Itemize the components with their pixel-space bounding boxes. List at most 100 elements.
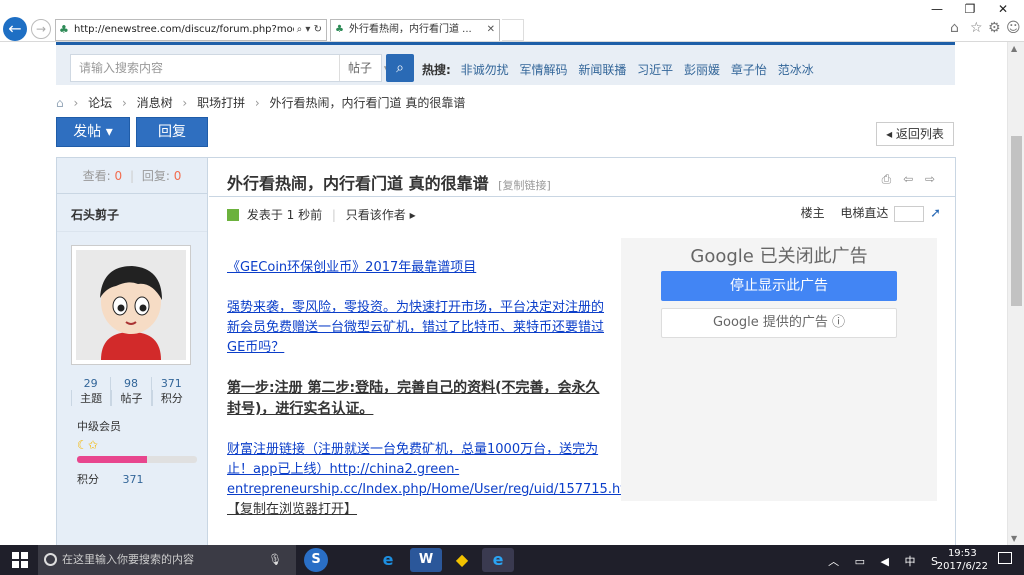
count-label: 主题	[71, 390, 110, 406]
breadcrumb: ⌂ › 论坛 › 消息树 › 职场打拼 › 外行看热闹，内行看门道 真的很靠谱	[56, 94, 471, 111]
post-title: 外行看热闹，内行看门道 真的很靠谱 [复制链接]	[227, 170, 551, 194]
thread-stats: 查看: 0 | 回复: 0	[57, 158, 207, 194]
hot-term[interactable]: 军情解码	[519, 63, 567, 77]
print-nav-icons[interactable]: ⎙ ⇦ ⇨	[882, 172, 939, 187]
post-body: 《GECoin环保创业币》2017年最靠谱项目 强势来袭，零风险，零投资。为快速…	[227, 258, 642, 540]
reply-button[interactable]: 回复	[136, 117, 208, 147]
browser-tab[interactable]: ♣ 外行看热闹，内行看门道 ... ✕	[330, 19, 500, 41]
minimize-button[interactable]: —	[922, 2, 952, 16]
count-posts[interactable]: 98 帖子	[110, 377, 150, 406]
avatar[interactable]	[71, 245, 191, 365]
hot-term[interactable]: 章子怡	[731, 63, 767, 77]
author-only-link[interactable]: 只看该作者 ▸	[346, 208, 416, 222]
hot-term[interactable]: 习近平	[637, 63, 673, 77]
address-tools[interactable]: ⌕ ▾ ↻	[293, 20, 322, 40]
level-stars-icon: ☾✩	[77, 438, 98, 452]
post-title-text: 外行看热闹，内行看门道 真的很靠谱	[227, 174, 489, 193]
search-input[interactable]: 请输入搜索内容 帖子 ▼	[70, 54, 391, 82]
scroll-thumb[interactable]	[1011, 136, 1022, 306]
hot-term[interactable]: 新闻联播	[578, 63, 626, 77]
new-tab-button[interactable]	[502, 19, 524, 41]
cortana-icon	[44, 553, 57, 566]
floor-label: 楼主	[800, 206, 825, 220]
sogou-icon[interactable]: S	[304, 548, 328, 572]
breadcrumb-separator: ›	[254, 96, 260, 110]
jump-icon[interactable]: ➚	[930, 206, 941, 221]
points-label: 积分	[77, 473, 99, 486]
address-bar[interactable]: ♣ http://enewstree.com/discuz/forum.php?…	[55, 19, 327, 41]
breadcrumb-item[interactable]: 职场打拼	[197, 96, 245, 110]
views-count: 0	[114, 169, 123, 183]
forward-icon[interactable]: →	[31, 19, 51, 39]
windows-taskbar: 在这里输入你要搜索的内容 🎙 S e W ◆ e ︿ ▭ ◀ 中 S 19:53…	[0, 545, 1024, 575]
feedback-icon[interactable]: ☺	[1006, 20, 1021, 36]
taskbar-search[interactable]: 在这里输入你要搜索的内容 🎙	[38, 545, 296, 575]
hot-searches: 热搜: 非诚勿扰 军情解码 新闻联播 习近平 彭丽媛 章子怡 范冰冰	[422, 61, 821, 78]
hot-term[interactable]: 彭丽媛	[684, 63, 720, 77]
author-points: 积分 371	[77, 471, 207, 487]
new-post-button[interactable]: 发帖 ▾	[56, 117, 130, 147]
hot-term[interactable]: 范冰冰	[778, 63, 814, 77]
meta-divider: |	[331, 208, 336, 222]
closed-ad-panel: Google 已关闭此广告 停止显示此广告 Google 提供的广告 ⓘ	[621, 238, 937, 501]
hot-term[interactable]: 非诚勿扰	[461, 63, 509, 77]
scroll-up-icon[interactable]: ▲	[1011, 44, 1017, 53]
breadcrumb-separator: ›	[121, 96, 127, 110]
stop-ad-button[interactable]: 停止显示此广告	[661, 271, 897, 301]
back-to-list-button[interactable]: ◂ 返回列表	[876, 122, 954, 146]
mic-icon[interactable]: 🎙	[268, 545, 282, 575]
floor-input[interactable]	[894, 205, 925, 222]
search-button[interactable]: ⌕	[386, 54, 414, 82]
start-icon[interactable]	[12, 552, 28, 568]
settings-icon[interactable]: ⚙	[988, 20, 1001, 36]
clock[interactable]: 19:53 2017/6/22	[937, 547, 988, 573]
word-icon[interactable]: W	[410, 548, 442, 572]
level-progress-fill	[77, 456, 147, 463]
post-time: 发表于 1 秒前	[246, 208, 323, 222]
ie-icon[interactable]: e	[482, 548, 514, 572]
home-icon[interactable]: ⌂	[950, 20, 959, 36]
floor-jump: 楼主 电梯直达 ➚	[801, 204, 941, 222]
author-sidebar: 查看: 0 | 回复: 0 石头剪子 29 主题 98 帖子 371 积分 中级…	[57, 158, 208, 545]
page-scrollbar[interactable]: ▲ ▼	[1007, 42, 1024, 545]
ad-info-button[interactable]: Google 提供的广告 ⓘ	[661, 308, 897, 338]
close-button[interactable]: ✕	[988, 2, 1018, 16]
breadcrumb-item[interactable]: 外行看热闹，内行看门道 真的很靠谱	[270, 96, 466, 110]
back-icon[interactable]: ←	[3, 17, 27, 41]
system-tray[interactable]: ︿ ▭ ◀ 中 S	[828, 553, 944, 569]
home-icon[interactable]: ⌂	[56, 96, 64, 110]
search-icon: ⌕	[396, 60, 404, 76]
count-value: 371	[160, 377, 182, 390]
author-counts: 29 主题 98 帖子 371 积分	[71, 377, 191, 406]
level-progress-bar	[77, 456, 197, 463]
avatar-cartoon	[76, 250, 186, 360]
title-divider	[209, 196, 955, 197]
count-value: 29	[83, 377, 98, 390]
replies-label: 回复:	[141, 169, 170, 183]
hot-label: 热搜:	[422, 63, 451, 77]
breadcrumb-separator: ›	[182, 96, 188, 110]
scroll-down-icon[interactable]: ▼	[1011, 534, 1017, 543]
app-icon[interactable]: ◆	[446, 548, 478, 572]
register-link[interactable]: 财富注册链接（注册就送一台免费矿机，总量1000万台，送完为止！app已上线）h…	[227, 442, 642, 497]
edge-icon[interactable]: e	[372, 548, 404, 572]
post-link[interactable]: 《GECoin环保创业币》2017年最靠谱项目	[227, 260, 476, 275]
tab-close-icon[interactable]: ✕	[487, 20, 495, 40]
post-note: 【复制在浏览器打开】	[227, 502, 358, 517]
author-name[interactable]: 石头剪子	[57, 194, 207, 232]
avatar-image	[76, 250, 186, 360]
restore-button[interactable]: ❐	[955, 2, 985, 16]
clock-time: 19:53	[947, 548, 977, 559]
count-points[interactable]: 371 积分	[150, 377, 191, 406]
breadcrumb-item[interactable]: 论坛	[88, 96, 112, 110]
page-content: 请输入搜索内容 帖子 ▼ ⌕ 热搜: 非诚勿扰 军情解码 新闻联播 习近平 彭丽…	[0, 42, 1007, 545]
count-topics[interactable]: 29 主题	[71, 377, 110, 406]
site-tree-icon: ♣	[59, 23, 69, 36]
post-link[interactable]: 强势来袭，零风险，零投资。为快速打开市场，平台决定对注册的新会员免费赠送一台微型…	[227, 300, 604, 355]
notification-icon[interactable]	[998, 552, 1012, 564]
copy-link[interactable]: [复制链接]	[498, 179, 551, 192]
favorites-icon[interactable]: ☆	[970, 20, 983, 36]
breadcrumb-item[interactable]: 消息树	[137, 96, 173, 110]
tab-tree-icon: ♣	[335, 24, 344, 35]
member-level: 中级会员	[77, 420, 121, 433]
